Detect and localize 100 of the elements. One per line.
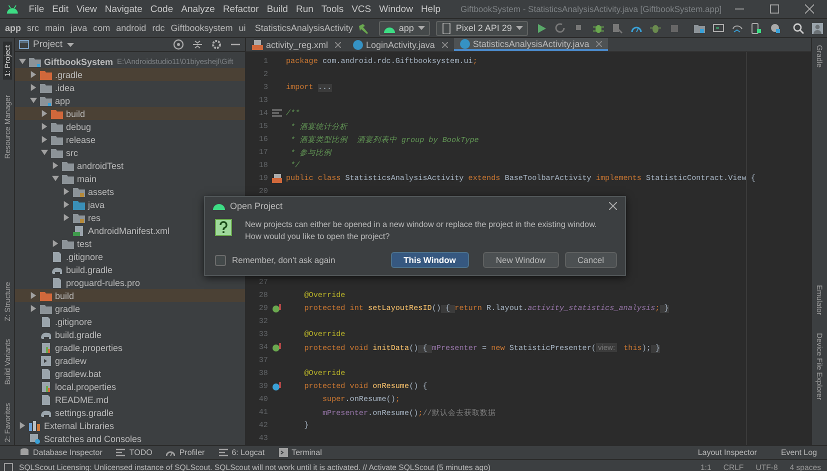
remember-checkbox[interactable] [215, 254, 226, 266]
tree-item[interactable]: settings.gradle [15, 406, 245, 419]
tool-window-button[interactable]: Layout Inspector [698, 448, 757, 457]
override-marker-icon[interactable] [272, 343, 282, 352]
tree-item[interactable]: build [15, 289, 245, 302]
collapsed-arrow-icon[interactable] [63, 201, 70, 208]
collapsed-arrow-icon[interactable] [41, 136, 48, 143]
tree-item[interactable]: test [15, 237, 245, 250]
collapsed-arrow-icon[interactable] [30, 305, 37, 312]
close-icon[interactable] [442, 42, 448, 48]
collapsed-arrow-icon[interactable] [41, 110, 48, 117]
tree-item[interactable]: release [15, 133, 245, 146]
menu-item[interactable]: File [24, 4, 48, 14]
run-icon[interactable] [536, 22, 547, 34]
breadcrumb[interactable]: Giftbooksystem [170, 23, 234, 33]
collapsed-arrow-icon[interactable] [63, 214, 70, 221]
breadcrumb[interactable]: rdc [151, 23, 166, 33]
expanded-arrow-icon[interactable] [30, 97, 37, 104]
close-icon[interactable] [609, 202, 617, 210]
target-icon[interactable] [173, 39, 184, 50]
collapsed-arrow-icon[interactable] [30, 292, 37, 299]
editor-tab[interactable]: LoginActivity.java [347, 38, 454, 51]
device-dropdown[interactable]: Pixel 2 API 29 [436, 20, 528, 36]
breadcrumb[interactable]: android [115, 23, 148, 33]
tool-window-button[interactable]: Profiler [166, 448, 205, 457]
breadcrumb[interactable]: com [92, 23, 112, 33]
close-icon[interactable] [335, 42, 342, 48]
tree-item[interactable]: AndroidManifest.xml [15, 224, 245, 237]
tree-item[interactable]: app [15, 94, 245, 107]
tool-window-button[interactable]: TODO [116, 448, 152, 457]
tree-item[interactable]: .idea [15, 81, 245, 94]
close-icon[interactable] [804, 4, 814, 14]
collapsed-arrow-icon[interactable] [63, 188, 70, 195]
breadcrumb[interactable]: java [70, 23, 88, 33]
menu-item[interactable]: Run [292, 4, 318, 14]
attach-icon[interactable] [612, 22, 623, 34]
tree-item[interactable]: .gitignore [15, 315, 245, 328]
tree-item[interactable]: proguard-rules.pro [15, 276, 245, 289]
tree-item[interactable]: build.gradle [15, 328, 245, 341]
breadcrumb[interactable]: ui [238, 23, 247, 33]
tree-item[interactable]: debug [15, 120, 245, 133]
tool-window-button[interactable]: Database Inspector [20, 448, 102, 457]
tree-item[interactable]: gradle.properties [15, 341, 245, 354]
settings-icon[interactable] [211, 39, 222, 50]
collapsed-arrow-icon[interactable] [52, 240, 59, 247]
phone-icon[interactable] [750, 22, 762, 34]
doc-lines-icon[interactable] [272, 109, 282, 118]
monitor-icon[interactable] [712, 22, 724, 34]
dialog-button[interactable]: This Window [390, 252, 469, 268]
expanded-arrow-icon[interactable] [41, 149, 48, 156]
expanded-arrow-icon[interactable] [52, 175, 59, 182]
menu-item[interactable]: Analyze [177, 4, 219, 14]
package-icon[interactable] [770, 22, 781, 34]
tree-item[interactable]: gradlew.bat [15, 367, 245, 380]
collapsed-arrow-icon[interactable] [30, 71, 37, 78]
bug-icon[interactable] [592, 22, 604, 34]
maximize-icon[interactable] [770, 4, 779, 14]
collapsed-arrow-icon[interactable] [19, 422, 26, 429]
tree-item[interactable]: Scratches and Consoles [15, 432, 245, 445]
menu-item[interactable]: Navigate [100, 4, 146, 14]
project-view-dropdown[interactable]: Project [19, 39, 74, 50]
close-icon[interactable] [596, 40, 602, 46]
tree-item[interactable]: build [15, 107, 245, 120]
tree-item[interactable]: External Libraries [15, 419, 245, 432]
menu-item[interactable]: Help [416, 4, 444, 14]
breadcrumb[interactable]: main [44, 23, 66, 33]
menu-item[interactable]: Tools [317, 4, 348, 14]
avatar-icon[interactable] [812, 22, 823, 34]
menu-item[interactable]: Code [146, 4, 178, 14]
menu-item[interactable]: VCS [348, 4, 376, 14]
search-icon[interactable] [792, 22, 804, 34]
collapsed-arrow-icon[interactable] [52, 162, 59, 169]
folder-icon[interactable] [694, 22, 705, 34]
tree-item[interactable]: main [15, 172, 245, 185]
status-icon[interactable] [4, 462, 13, 471]
dialog-button[interactable]: New Window [482, 252, 559, 268]
tree-item[interactable]: src [15, 146, 245, 159]
menu-item[interactable]: View [72, 4, 101, 14]
layout-file-icon[interactable] [272, 174, 282, 183]
bug-icon[interactable] [650, 22, 661, 34]
editor-tab[interactable]: StatisticsAnalysisActivity.java [454, 38, 608, 51]
expanded-arrow-icon[interactable] [19, 58, 26, 65]
module-dropdown[interactable]: app [378, 20, 430, 36]
tree-item[interactable]: assets [15, 185, 245, 198]
tree-item[interactable]: androidTest [15, 159, 245, 172]
tree-item[interactable]: README.md [15, 393, 245, 406]
collapsed-arrow-icon[interactable] [30, 84, 37, 91]
refresh-icon[interactable] [554, 22, 566, 34]
dialog-button[interactable]: Cancel [564, 252, 617, 268]
tool-window-button[interactable]: Event Log [780, 448, 817, 457]
checkbox-label[interactable]: Remember, don't ask again [232, 255, 385, 265]
breadcrumb[interactable]: StatisticsAnalysisActivity [254, 23, 354, 33]
tree-item[interactable]: local.properties [15, 380, 245, 393]
menu-item[interactable]: Build [262, 4, 292, 14]
menu-item[interactable]: Refactor [218, 4, 263, 14]
collapse-all-icon[interactable] [192, 39, 203, 50]
implement-marker-icon[interactable] [272, 382, 282, 391]
tree-item[interactable]: gradlew [15, 354, 245, 367]
tree-item[interactable]: gradle [15, 302, 245, 315]
override-marker-icon[interactable] [272, 304, 282, 313]
